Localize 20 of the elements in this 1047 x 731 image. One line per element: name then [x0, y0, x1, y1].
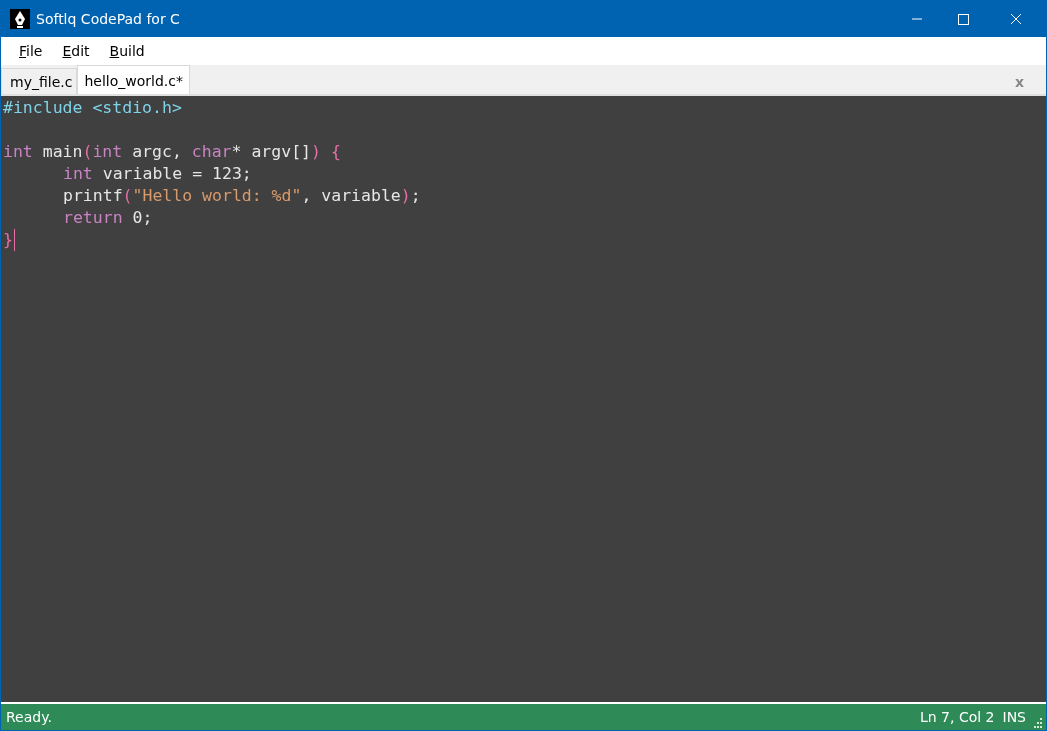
cursor-position: Ln 7, Col 2 [919, 709, 995, 725]
menu-item[interactable]: Build [99, 41, 155, 61]
code-line: int variable = 123; [62, 163, 253, 185]
file-tab[interactable]: my_file.c [1, 68, 78, 94]
resize-grip-icon [1032, 718, 1042, 728]
maximize-icon [957, 12, 969, 25]
code-editor[interactable]: #include <stdio.h> int main(int argc, char* argv[]) { int variable = 123; printf("Hello world: %d", variable); return 0; } [1, 96, 1046, 702]
menu-item[interactable]: Edit [52, 41, 100, 61]
code-line: return 0; [62, 207, 154, 229]
code-line: } [1, 229, 15, 251]
insert-mode: INS [1002, 709, 1026, 725]
window-title: Softlq CodePad for C [36, 10, 180, 27]
code-line: int main(int argc, char* argv[]) { [2, 141, 342, 163]
code-line: #include <stdio.h> [2, 97, 183, 119]
menu-item[interactable]: File [9, 41, 53, 61]
code-line: printf("Hello world: %d", variable); [62, 185, 422, 207]
file-tab[interactable]: hello_world.c* [77, 65, 190, 94]
status-message: Ready. [6, 709, 52, 725]
pen-nib-icon [10, 8, 30, 29]
close-icon [1010, 12, 1022, 25]
